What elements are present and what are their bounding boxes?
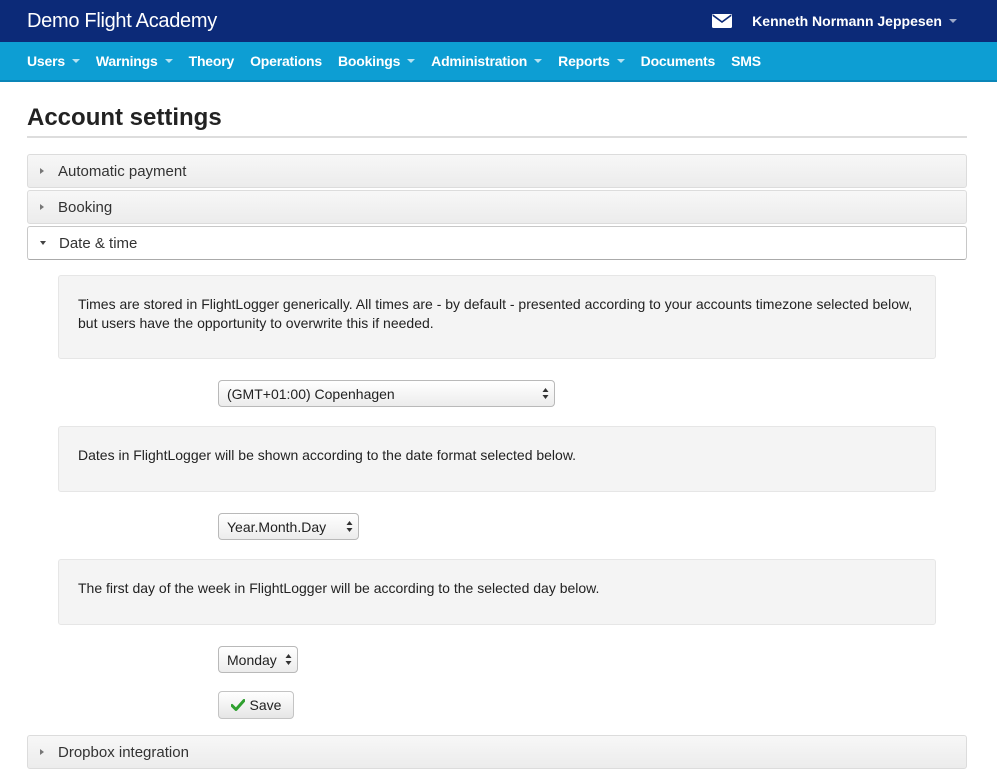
nav-item-users[interactable]: Users (27, 53, 80, 69)
nav-item-label: SMS (731, 53, 761, 69)
select-arrows-icon (346, 521, 353, 532)
panel-label: Dropbox integration (58, 743, 189, 761)
top-bar: Demo Flight Academy Kenneth Normann Jepp… (0, 0, 997, 42)
save-button[interactable]: Save (218, 691, 294, 719)
panel-dropbox-integration[interactable]: Dropbox integration (27, 735, 967, 769)
timezone-select[interactable]: (GMT+01:00) Copenhagen (218, 380, 555, 407)
nav-item-label: Users (27, 53, 65, 69)
nav-item-sms[interactable]: SMS (731, 53, 761, 69)
date-format-select[interactable]: Year.Month.Day (218, 513, 359, 540)
select-arrows-icon (285, 654, 292, 665)
week-start-select[interactable]: Monday (218, 646, 298, 673)
nav-item-label: Operations (250, 53, 322, 69)
chevron-down-icon (71, 59, 80, 63)
panel-label: Date & time (59, 234, 138, 252)
chevron-down-icon (949, 19, 957, 23)
user-name: Kenneth Normann Jeppesen (752, 13, 942, 29)
select-arrows-icon (542, 388, 549, 399)
title-divider (27, 136, 967, 138)
timezone-select-value: (GMT+01:00) Copenhagen (227, 385, 395, 402)
nav-item-label: Warnings (95, 53, 158, 69)
page-title: Account settings (27, 104, 222, 131)
caret-right-icon (40, 204, 44, 210)
chevron-down-icon (407, 59, 416, 63)
panel-automatic-payment[interactable]: Automatic payment (27, 154, 967, 188)
nav-item-documents[interactable]: Documents (640, 53, 716, 69)
panel-label: Booking (58, 198, 113, 216)
brand-title[interactable]: Demo Flight Academy (27, 10, 217, 33)
week-start-info: The first day of the week in FlightLogge… (58, 559, 936, 625)
nav-item-bookings[interactable]: Bookings (337, 53, 416, 69)
date-format-info: Dates in FlightLogger will be shown acco… (58, 426, 936, 492)
panel-label: Automatic payment (58, 162, 187, 180)
caret-right-icon (40, 168, 44, 174)
date-format-select-value: Year.Month.Day (227, 518, 327, 535)
timezone-info: Times are stored in FlightLogger generic… (58, 275, 936, 359)
nav-item-label: Reports (558, 53, 610, 69)
panel-booking[interactable]: Booking (27, 190, 967, 224)
nav-item-reports[interactable]: Reports (558, 53, 625, 69)
nav-item-label: Bookings (337, 53, 401, 69)
save-button-label: Save (249, 697, 282, 713)
chevron-down-icon (164, 59, 173, 63)
caret-down-icon (40, 241, 46, 245)
nav-item-administration[interactable]: Administration (431, 53, 543, 69)
week-start-select-value: Monday (227, 651, 277, 668)
nav-item-warnings[interactable]: Warnings (96, 53, 173, 69)
nav-item-theory[interactable]: Theory (188, 53, 235, 69)
main-nav: Users Warnings Theory Operations Booking… (0, 42, 997, 82)
nav-item-label: Theory (188, 53, 235, 69)
nav-item-label: Documents (640, 53, 716, 69)
chevron-down-icon (534, 59, 543, 63)
nav-item-label: Administration (431, 53, 528, 69)
chevron-down-icon (616, 59, 625, 63)
nav-item-operations[interactable]: Operations (250, 53, 322, 69)
user-menu[interactable]: Kenneth Normann Jeppesen (752, 13, 957, 29)
mail-icon[interactable] (712, 14, 733, 28)
panel-date-time[interactable]: Date & time (27, 226, 967, 260)
topbar-right: Kenneth Normann Jeppesen (712, 13, 957, 29)
caret-right-icon (40, 749, 44, 755)
checkmark-icon (230, 699, 245, 711)
